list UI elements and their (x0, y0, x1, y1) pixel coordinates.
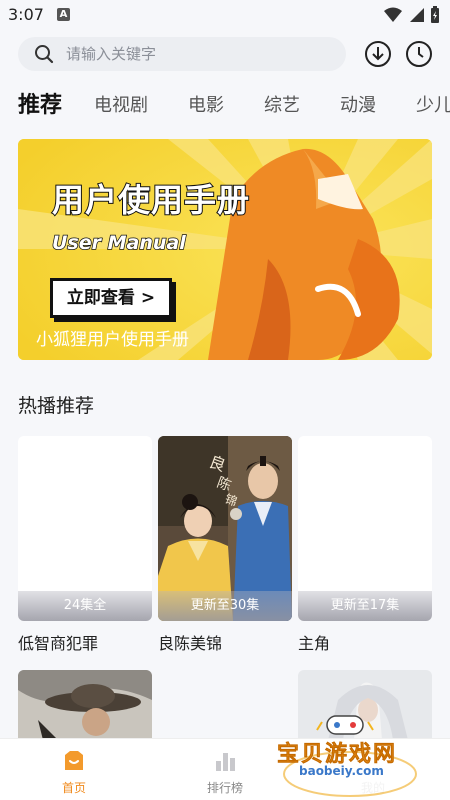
video-poster: 24集全 (18, 436, 152, 621)
history-icon[interactable] (405, 40, 433, 68)
wifi-icon (384, 7, 402, 22)
episode-badge: 更新至17集 (298, 591, 432, 621)
video-poster: 良 陈 锦 更新至30集 (158, 436, 292, 621)
video-card[interactable]: 良 陈 锦 更新至30集 良陈美锦 (158, 436, 292, 654)
search-input[interactable] (66, 37, 326, 71)
video-card[interactable]: 24集全 低智商犯罪 (18, 436, 152, 654)
watermark-url: baobeiy.com (299, 764, 384, 778)
tab-kids[interactable]: 少儿 (416, 88, 450, 124)
search-icon (35, 45, 54, 64)
battery-icon (431, 6, 439, 23)
nav-ranking[interactable]: 排行榜 (185, 739, 265, 800)
nav-home-label: 首页 (61, 781, 86, 795)
site-watermark: 宝贝游戏网 baobeiy.com (275, 712, 425, 800)
wuxia-poster-illustration (18, 670, 152, 740)
banner-subtitle: User Manual (51, 231, 186, 255)
view-now-button[interactable]: 立即查看 > (50, 278, 172, 318)
video-card[interactable]: 更新至17集 主角 (298, 436, 432, 654)
video-title: 低智商犯罪 (18, 634, 99, 653)
banner-title: 用户使用手册 (51, 180, 251, 220)
episode-badge: 更新至30集 (158, 591, 292, 621)
video-poster: 更新至17集 (298, 436, 432, 621)
category-tabs: 推荐 电视剧 电影 综艺 动漫 少儿 (18, 88, 450, 124)
home-icon (65, 751, 83, 770)
tab-anime[interactable]: 动漫 (340, 88, 376, 124)
hot-section-title: 热播推荐 (18, 395, 95, 417)
tab-tv-series[interactable]: 电视剧 (94, 88, 148, 124)
status-time: 3:07 (8, 5, 44, 24)
video-title: 良陈美锦 (158, 634, 223, 653)
user-manual-banner[interactable]: 用户使用手册 User Manual 立即查看 > 小狐狸用户使用手册 (18, 139, 432, 360)
tab-variety[interactable]: 综艺 (264, 88, 300, 124)
tab-recommend[interactable]: 推荐 (18, 88, 62, 124)
status-bar: 3:07 A (0, 0, 450, 30)
video-card[interactable] (18, 670, 152, 740)
nav-ranking-label: 排行榜 (206, 781, 243, 795)
notification-a-icon: A (57, 8, 70, 21)
download-icon[interactable] (364, 40, 392, 68)
bar-chart-icon (216, 753, 235, 771)
video-title: 主角 (298, 634, 331, 653)
tab-movies[interactable]: 电影 (188, 88, 224, 124)
status-icons (384, 6, 440, 24)
episode-badge: 24集全 (18, 591, 152, 621)
search-bar[interactable] (18, 37, 346, 71)
nav-home[interactable]: 首页 (34, 739, 114, 800)
banner-caption: 小狐狸用户使用手册 (36, 330, 189, 350)
signal-icon (410, 8, 424, 22)
